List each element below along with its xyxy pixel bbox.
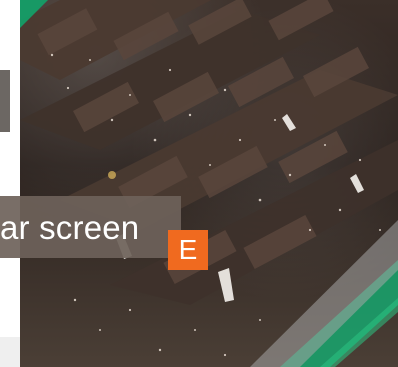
shredder-photo [20,0,398,367]
badge-letter: E [178,234,198,265]
left-edge-tab [0,70,10,132]
caption-text: ar screen [0,208,140,246]
image-panel: ar screen E [0,0,398,367]
shredder-illustration [20,0,398,367]
bottom-edge-strip [0,337,20,367]
caption-bar: ar screen [0,196,181,258]
letter-badge: E [168,230,208,270]
